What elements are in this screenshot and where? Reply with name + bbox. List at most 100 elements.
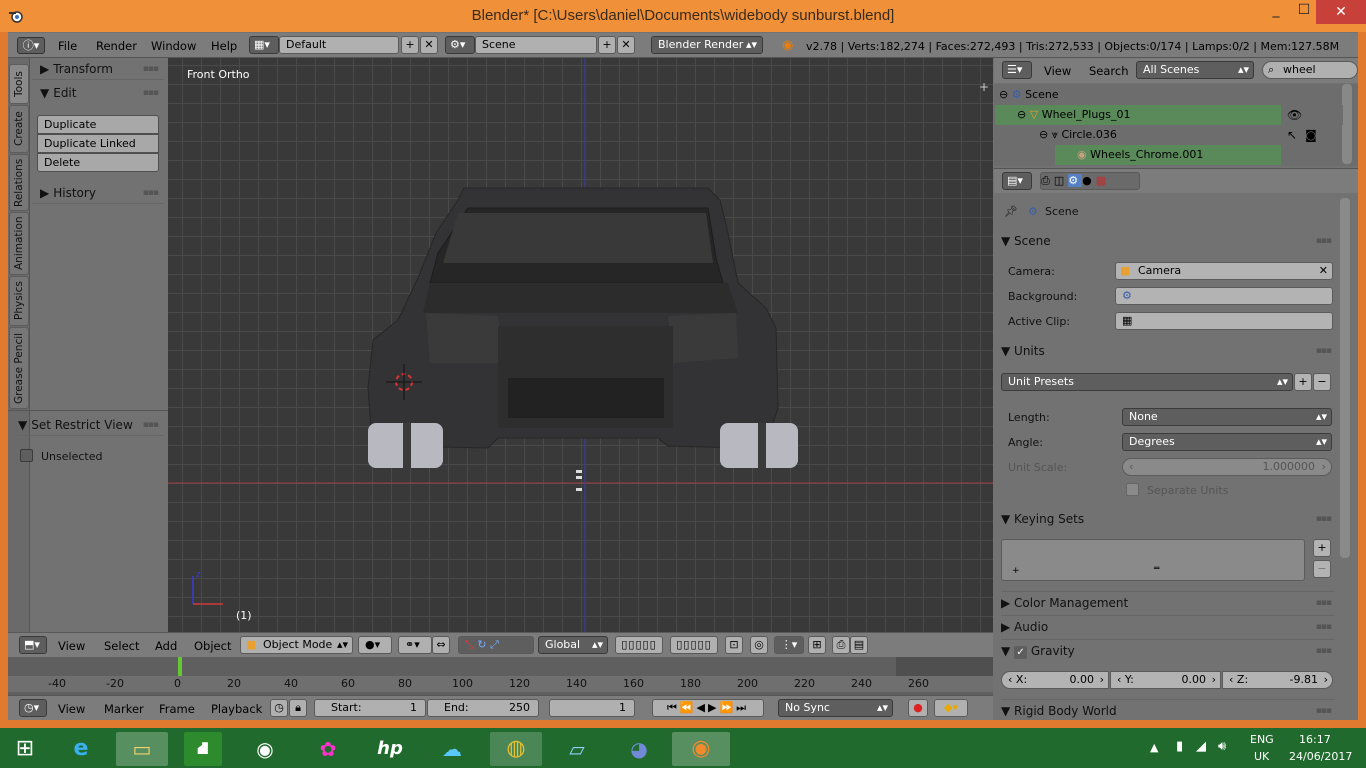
scene-field[interactable]: Scene — [475, 36, 597, 54]
panel-scene[interactable]: ▼ Scene ▪▪▪ — [1001, 230, 1335, 252]
region-label[interactable]: UK — [1254, 750, 1269, 763]
remove-preset-icon[interactable]: − — [1313, 373, 1331, 391]
menu-marker[interactable]: Marker — [104, 702, 144, 716]
properties-editor-icon[interactable]: ▤▾ — [1002, 172, 1032, 190]
outliner-visibility-toggles[interactable]: 👁︎ ↖◙ — [1283, 105, 1343, 142]
menu-select[interactable]: Select — [104, 639, 139, 653]
clock-icon[interactable]: ◷▾ — [19, 699, 47, 717]
battery-icon[interactable]: ▮ — [1176, 739, 1183, 754]
3d-viewport[interactable]: z + — [168, 58, 993, 632]
panel-restrict-view[interactable]: ▼ Set Restrict View ▪▪▪ — [14, 414, 164, 436]
volume-icon[interactable]: 🔊︎ — [1218, 739, 1226, 754]
language-label[interactable]: ENG — [1250, 733, 1274, 746]
current-frame-field[interactable]: 1 — [549, 699, 635, 717]
manipulator-toggle-icon[interactable]: ⇔ — [432, 636, 450, 654]
add-preset-icon[interactable]: + — [1294, 373, 1312, 391]
outliner-row-circle[interactable]: ⊖ ⩔ Circle.036 — [995, 125, 1281, 145]
unit-presets-dropdown[interactable]: Unit Presets ▴▾ — [1001, 373, 1293, 391]
lock-layer-icon[interactable]: ⊡ — [725, 636, 743, 654]
menu-view[interactable]: View — [58, 639, 85, 653]
windows-start-icon[interactable]: ⊞ — [6, 732, 44, 766]
current-frame-marker[interactable] — [178, 657, 182, 676]
active-clip-field[interactable]: ▦ — [1115, 312, 1333, 330]
record-icon[interactable]: ● — [908, 699, 928, 717]
minimize-button[interactable]: _ — [1262, 2, 1290, 26]
panel-edit[interactable]: ▼ Edit ▪▪▪ — [32, 82, 164, 104]
panel-audio[interactable]: ▶ Audio ▪▪▪ — [1001, 615, 1335, 637]
menu-playback[interactable]: Playback — [211, 702, 262, 716]
camera-app-icon[interactable]: ◉ — [246, 732, 284, 766]
menu-frame[interactable]: Frame — [159, 702, 195, 716]
render-camera-icon[interactable]: ⎙ — [832, 636, 850, 654]
add-scene-icon[interactable]: + — [598, 36, 616, 54]
panel-keying-sets[interactable]: ▼ Keying Sets ▪▪▪ — [1001, 508, 1335, 530]
pin-icon[interactable]: 📌︎ — [1004, 205, 1018, 218]
angle-dropdown[interactable]: Degrees ▴▾ — [1122, 433, 1332, 451]
camera-field[interactable]: ■ Camera ✕ — [1115, 262, 1333, 280]
menu-outliner-search[interactable]: Search — [1089, 64, 1129, 78]
orientation-dropdown[interactable]: Global ▴▾ — [538, 636, 608, 654]
remote-app-icon[interactable]: ▱ — [558, 732, 596, 766]
menu-object[interactable]: Object — [194, 639, 231, 653]
proportional-edit-icon[interactable]: ◎ — [750, 636, 768, 654]
outliner-row-scene[interactable]: ⊖ ⚙ Scene — [995, 85, 1281, 105]
layer-buttons-2[interactable]: ▯▯▯▯▯ — [670, 636, 718, 654]
layer-buttons-1[interactable]: ▯▯▯▯▯ — [615, 636, 663, 654]
menu-outliner-view[interactable]: View — [1044, 64, 1071, 78]
outliner-row-wheel-plugs[interactable]: ⊖ ▽ Wheel_Plugs_01 — [995, 105, 1281, 125]
editor-type-3d-icon[interactable]: ⬒▾ — [19, 636, 47, 654]
mode-dropdown[interactable]: ■ Object Mode ▴▾ — [240, 636, 353, 654]
editor-type-icon[interactable]: ⓘ▾ — [17, 37, 45, 54]
file-explorer-icon[interactable]: ▭ — [116, 732, 168, 766]
hp-icon[interactable]: hp — [371, 732, 409, 766]
delete-button[interactable]: Delete — [37, 153, 159, 172]
panel-units[interactable]: ▼ Units ▪▪▪ — [1001, 340, 1335, 362]
playback-controls[interactable]: ⏮⏪◀▶⏩⏭ — [652, 699, 764, 717]
unselected-checkbox[interactable] — [20, 449, 33, 462]
layout-icon[interactable]: ▦▾ — [249, 36, 279, 54]
end-frame-field[interactable]: End: 250 — [427, 699, 539, 717]
menu-file[interactable]: File — [58, 39, 77, 53]
gravity-x-field[interactable]: ‹ X: 0.00 › — [1001, 671, 1109, 689]
outliner-search-input[interactable]: ⌕ wheel — [1262, 61, 1358, 79]
tab-tools[interactable]: Tools — [9, 64, 29, 104]
keying-icon[interactable]: ◆▾ — [934, 699, 968, 717]
properties-scrollbar[interactable] — [1340, 198, 1350, 558]
chrome-icon[interactable]: ◍ — [490, 732, 542, 766]
menu-window[interactable]: Window — [151, 39, 196, 53]
preview-range-icon[interactable]: ◷ — [270, 699, 288, 717]
menu-add[interactable]: Add — [155, 639, 177, 653]
add-layout-icon[interactable]: + — [401, 36, 419, 54]
menu-tl-view[interactable]: View — [58, 702, 85, 716]
paint-app-icon[interactable]: ✿ — [309, 732, 347, 766]
lock-icon[interactable]: 🔒︎ — [289, 699, 307, 717]
internet-explorer-icon[interactable]: e — [62, 732, 100, 766]
viewport-expand-icon[interactable]: + — [979, 80, 989, 94]
sync-dropdown[interactable]: No Sync ▴▾ — [778, 699, 893, 717]
panel-rigid-body[interactable]: ▼ Rigid Body World ▪▪▪ — [1001, 699, 1335, 721]
menu-help[interactable]: Help — [211, 39, 237, 53]
render-anim-icon[interactable]: ▤ — [850, 636, 868, 654]
store-icon[interactable]: ⛘ — [184, 732, 222, 766]
cloud-app-icon[interactable]: ☁ — [433, 732, 471, 766]
gravity-checkbox[interactable]: ✓ — [1014, 646, 1028, 659]
layout-field[interactable]: Default — [279, 36, 399, 54]
clear-icon[interactable]: ✕ — [1319, 263, 1328, 279]
tab-animation[interactable]: Animation — [9, 212, 29, 275]
panel-color-management[interactable]: ▶ Color Management ▪▪▪ — [1001, 591, 1335, 613]
duplicate-button[interactable]: Duplicate — [37, 115, 159, 134]
gravity-z-field[interactable]: ‹ Z: -9.81 › — [1222, 671, 1333, 689]
tab-create[interactable]: Create — [9, 105, 29, 153]
properties-context-tabs[interactable]: ⎙◫⚙●▩ — [1040, 172, 1140, 190]
outliner-editor-icon[interactable]: ☰▾ — [1002, 61, 1032, 79]
wifi-icon[interactable]: ◢ — [1196, 739, 1206, 754]
gravity-y-field[interactable]: ‹ Y: 0.00 › — [1110, 671, 1221, 689]
background-field[interactable]: ⚙ — [1115, 287, 1333, 305]
duplicate-linked-button[interactable]: Duplicate Linked — [37, 134, 159, 153]
panel-transform[interactable]: ▶ Transform ▪▪▪ — [32, 58, 164, 80]
menu-render[interactable]: Render — [96, 39, 137, 53]
panel-history[interactable]: ▶ History ▪▪▪ — [32, 182, 164, 204]
tab-grease-pencil[interactable]: Grease Pencil — [9, 327, 29, 409]
maximize-button[interactable]: ☐ — [1290, 2, 1318, 26]
tab-physics[interactable]: Physics — [9, 276, 29, 326]
